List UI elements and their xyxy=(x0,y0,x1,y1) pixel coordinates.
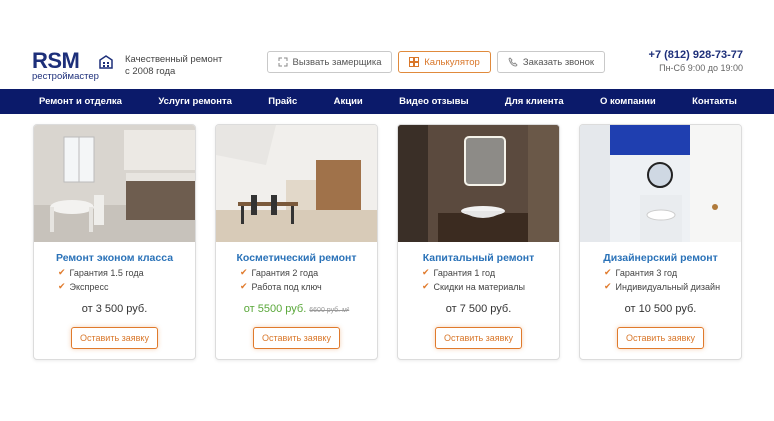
feature-item: ✔ Гарантия 1.5 года xyxy=(58,267,144,278)
nav-item-about[interactable]: О компании xyxy=(600,96,656,107)
card-title: Ремонт эконом класса xyxy=(55,252,174,264)
check-icon: ✔ xyxy=(604,281,612,291)
tagline-line1: Качественный ремонт xyxy=(125,54,223,65)
tagline-line2: с 2008 года xyxy=(125,66,176,77)
calculator-button[interactable]: Калькулятор xyxy=(398,51,491,73)
nav-item-contacts[interactable]: Контакты xyxy=(692,96,737,107)
old-price: 6600 руб. м² xyxy=(309,307,350,314)
tagline: Качественный ремонт с 2008 года xyxy=(125,54,245,78)
logo-mark: RSM xyxy=(32,48,80,73)
check-icon: ✔ xyxy=(58,267,66,277)
nav-item-promos[interactable]: Акции xyxy=(334,96,363,107)
leave-request-button[interactable]: Оставить заявку xyxy=(617,327,704,349)
feature-item: ✔ Скидки на материалы xyxy=(422,281,525,292)
contact-block: +7 (812) 928-73-77 Пн-Сб 9:00 до 19:00 xyxy=(649,49,743,73)
card-title: Дизайнерский ремонт xyxy=(603,252,718,264)
feature-item: ✔ Гарантия 2 года xyxy=(240,267,319,278)
card-price: от 3 500 руб. xyxy=(81,303,148,315)
service-card-designer: Дизайнерский ремонт ✔ Гарантия 3 год ✔ Инд… xyxy=(579,124,742,360)
card-title: Капитальный ремонт xyxy=(422,252,535,264)
nav-item-repair[interactable]: Ремонт и отделка xyxy=(39,96,122,107)
logo[interactable]: RSM рестроймастер xyxy=(32,50,118,84)
nav-item-for-client[interactable]: Для клиента xyxy=(505,96,564,107)
main-nav: Ремонт и отделка Услуги ремонта Прайс Ак… xyxy=(0,89,774,114)
logo-subtitle: рестроймастер xyxy=(32,71,99,82)
check-icon: ✔ xyxy=(422,267,430,277)
leave-request-button[interactable]: Оставить заявку xyxy=(435,327,522,349)
card-price-row: от 5500 руб. 6600 руб. м² xyxy=(216,303,377,315)
service-card-economy: Ремонт эконом класса ✔ Гарантия 1.5 года … xyxy=(33,124,196,360)
feature-item: ✔ Индивидуальный дизайн xyxy=(604,281,721,292)
nav-item-video-reviews[interactable]: Видео отзывы xyxy=(399,96,468,107)
calculator-icon xyxy=(409,57,420,67)
phone-number[interactable]: +7 (812) 928-73-77 xyxy=(649,49,743,61)
leave-request-button[interactable]: Оставить заявку xyxy=(253,327,340,349)
feature-item: ✔ Экспресс xyxy=(58,281,109,292)
check-icon: ✔ xyxy=(240,267,248,277)
bathroom-photo xyxy=(398,125,559,242)
check-icon: ✔ xyxy=(58,281,66,291)
feature-item: ✔ Гарантия 3 год xyxy=(604,267,678,278)
nav-item-price[interactable]: Прайс xyxy=(268,96,297,107)
nav-item-services[interactable]: Услуги ремонта xyxy=(158,96,232,107)
feature-item: ✔ Работа под ключ xyxy=(240,281,322,292)
designer-bathroom-photo xyxy=(580,125,741,242)
call-measurer-label: Вызвать замерщика xyxy=(292,56,382,68)
check-icon: ✔ xyxy=(422,281,430,291)
calculator-label: Калькулятор xyxy=(424,56,480,68)
card-price: от 10 500 руб. xyxy=(624,303,697,315)
card-price: от 7 500 руб. xyxy=(445,303,512,315)
order-call-label: Заказать звонок xyxy=(522,56,595,68)
check-icon: ✔ xyxy=(604,267,612,277)
card-price: от 5500 руб. xyxy=(243,303,307,315)
order-call-button[interactable]: Заказать звонок xyxy=(497,51,605,73)
check-icon: ✔ xyxy=(240,281,248,291)
kitchen-photo xyxy=(34,125,195,242)
phone-icon xyxy=(508,57,518,67)
card-title: Косметический ремонт xyxy=(236,252,357,264)
logo-grid-icon xyxy=(99,55,113,69)
service-card-cosmetic: Косметический ремонт ✔ Гарантия 2 года ✔ Р… xyxy=(215,124,378,360)
service-card-capital: Капитальный ремонт ✔ Гарантия 1 год ✔ Скид… xyxy=(397,124,560,360)
feature-item: ✔ Гарантия 1 год xyxy=(422,267,496,278)
leave-request-button[interactable]: Оставить заявку xyxy=(71,327,158,349)
call-measurer-button[interactable]: Вызвать замерщика xyxy=(267,51,392,73)
site-header: RSM рестроймастер Качественный ремонт с … xyxy=(0,0,774,88)
expand-icon xyxy=(278,57,287,67)
living-room-photo xyxy=(216,125,377,242)
working-hours: Пн-Сб 9:00 до 19:00 xyxy=(659,63,743,73)
